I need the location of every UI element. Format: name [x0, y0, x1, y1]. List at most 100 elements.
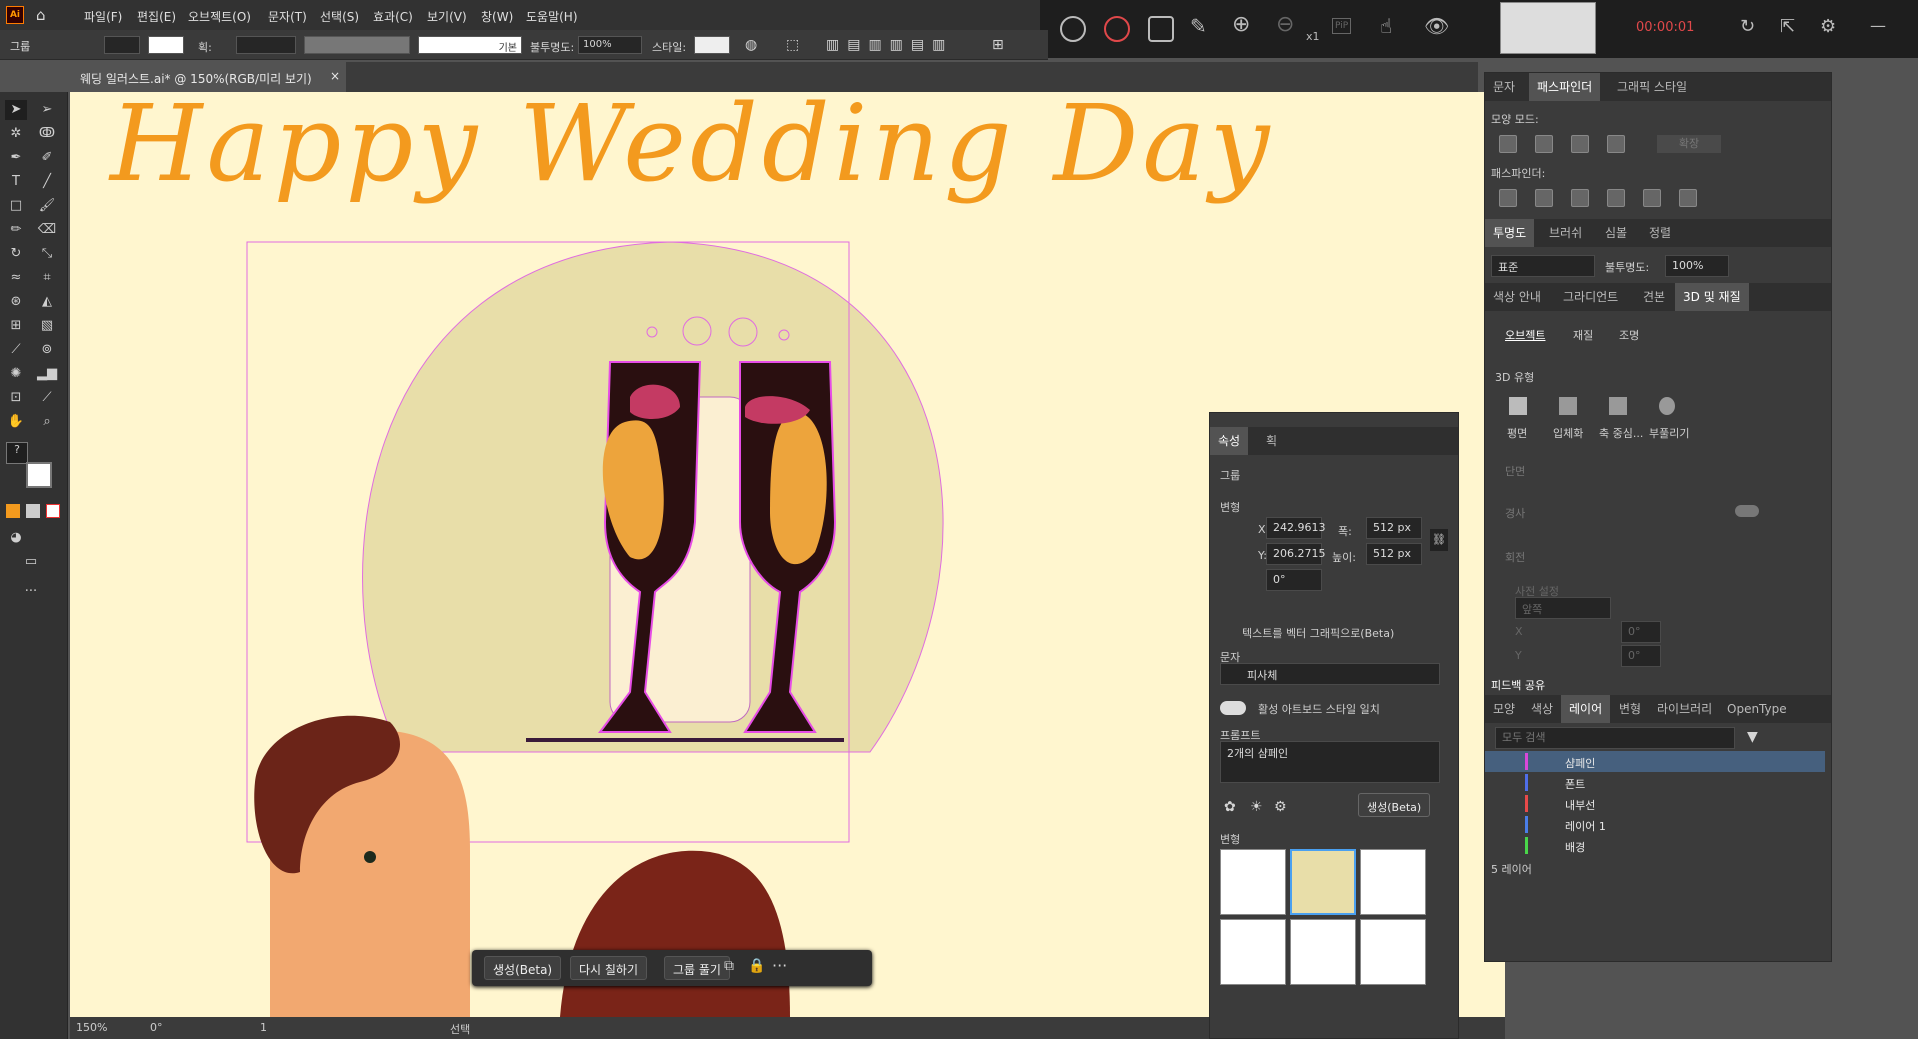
- tab-transform[interactable]: 변형: [1611, 695, 1649, 723]
- line-tool-icon[interactable]: ╱: [36, 172, 58, 192]
- zoom-tool-icon[interactable]: ⌕: [36, 412, 58, 432]
- variation-thumbnail[interactable]: [1360, 919, 1426, 985]
- menu-view[interactable]: 보기(V): [427, 8, 467, 25]
- artboard-number[interactable]: 1: [260, 1021, 267, 1034]
- grid-icon[interactable]: ⊞: [992, 37, 1004, 53]
- tab-align[interactable]: 정렬: [1641, 219, 1679, 247]
- tab-3d-materials[interactable]: 3D 및 재질: [1675, 283, 1749, 311]
- inflate-icon[interactable]: [1659, 397, 1675, 415]
- line-style-select[interactable]: 기본: [418, 36, 522, 54]
- crop-icon[interactable]: [1607, 189, 1625, 207]
- merge-icon[interactable]: [1571, 189, 1589, 207]
- blend-tool-icon[interactable]: ⊚: [36, 340, 58, 360]
- preview-thumbnail[interactable]: [1500, 2, 1596, 54]
- variation-thumbnail[interactable]: [1360, 849, 1426, 915]
- free-transform-icon[interactable]: ⌗: [36, 268, 58, 288]
- artwork-title[interactable]: Happy Wedding Day: [110, 92, 1273, 205]
- y-input[interactable]: 206.2715: [1266, 543, 1326, 565]
- settings-gear-icon[interactable]: ⚙: [1274, 799, 1287, 815]
- plane-icon[interactable]: [1509, 397, 1527, 415]
- camera-icon[interactable]: [1148, 16, 1174, 42]
- transparency-opacity-input[interactable]: 100%: [1665, 255, 1729, 277]
- divide-icon[interactable]: [1499, 189, 1517, 207]
- zoom-out-icon[interactable]: ⊖: [1276, 12, 1294, 37]
- tab-layers[interactable]: 레이어: [1561, 695, 1611, 723]
- filter-icon[interactable]: ▼: [1747, 729, 1758, 745]
- tab-transparency[interactable]: 투명도: [1485, 219, 1535, 247]
- match-style-toggle[interactable]: [1220, 701, 1246, 715]
- live-paint-icon[interactable]: ◭: [36, 292, 58, 312]
- style-reference-icon[interactable]: ✿: [1224, 799, 1236, 815]
- layer-row[interactable]: 샴페인: [1485, 751, 1825, 772]
- outline-icon[interactable]: [1643, 189, 1661, 207]
- exclude-icon[interactable]: [1607, 135, 1625, 153]
- settings-icon[interactable]: ⚙: [1820, 16, 1836, 37]
- rectangle-tool-icon[interactable]: □: [5, 196, 27, 216]
- tab-gradient[interactable]: 그라디언트: [1555, 283, 1626, 311]
- mesh-tool-icon[interactable]: ⊞: [5, 316, 27, 336]
- minus-front-icon[interactable]: [1535, 135, 1553, 153]
- arrange-icon[interactable]: ⧉: [724, 958, 734, 974]
- zoom-level[interactable]: 150%: [76, 1021, 107, 1034]
- generate-beta-button[interactable]: 생성(Beta): [484, 956, 562, 980]
- properties-generate-button[interactable]: 생성(Beta): [1358, 793, 1431, 817]
- x-input[interactable]: 242.9613: [1266, 517, 1326, 539]
- export-icon[interactable]: ⇱: [1780, 16, 1795, 37]
- menu-window[interactable]: 창(W): [481, 8, 513, 25]
- stroke-indicator[interactable]: [26, 462, 52, 488]
- height-input[interactable]: 512 px: [1366, 543, 1422, 565]
- zoom-in-icon[interactable]: ⊕: [1232, 12, 1250, 37]
- subject-select[interactable]: 피사체: [1220, 663, 1440, 685]
- lasso-icon[interactable]: ↂ: [36, 124, 58, 144]
- menu-type[interactable]: 문자(T): [268, 8, 307, 25]
- variation-thumbnail[interactable]: [1220, 919, 1286, 985]
- symbol-sprayer-icon[interactable]: ✺: [5, 364, 27, 384]
- fill-swatch[interactable]: [104, 36, 140, 54]
- pen-tool-icon[interactable]: ✒: [5, 148, 27, 168]
- tab-graphic-styles[interactable]: 그래픽 스타일: [1609, 73, 1695, 101]
- magic-wand-icon[interactable]: ✲: [5, 124, 27, 144]
- width-input[interactable]: 512 px: [1366, 517, 1422, 539]
- menu-select[interactable]: 선택(S): [320, 8, 359, 25]
- rot-y-input[interactable]: 0°: [1621, 645, 1661, 667]
- pause-icon[interactable]: [1060, 16, 1086, 42]
- screen-mode-icon[interactable]: ▭: [20, 552, 42, 572]
- unite-icon[interactable]: [1499, 135, 1517, 153]
- variation-thumbnail[interactable]: [1220, 849, 1286, 915]
- extrude-icon[interactable]: [1559, 397, 1577, 415]
- tab-symbols[interactable]: 심볼: [1597, 219, 1635, 247]
- tab-stroke[interactable]: 획: [1258, 427, 1285, 455]
- layer-row[interactable]: 폰트: [1485, 772, 1825, 793]
- eyedropper-icon[interactable]: ⟋: [5, 340, 27, 360]
- pencil-icon[interactable]: ✎: [1190, 14, 1207, 38]
- preset-select[interactable]: 앞쪽: [1515, 597, 1611, 619]
- stroke-swatch[interactable]: [148, 36, 184, 54]
- none-mode-icon[interactable]: [46, 504, 60, 518]
- blend-mode-select[interactable]: 표준: [1491, 255, 1595, 277]
- rotate-tool-icon[interactable]: ↻: [5, 244, 27, 264]
- lightbulb-icon[interactable]: ☀: [1250, 799, 1263, 815]
- link-icon[interactable]: ⛓: [1430, 529, 1448, 551]
- artboard-tool-icon[interactable]: ⊡: [5, 388, 27, 408]
- minimize-icon[interactable]: —: [1870, 16, 1886, 35]
- shape-builder-icon[interactable]: ⊛: [5, 292, 27, 312]
- menu-edit[interactable]: 편집(E): [137, 8, 176, 25]
- section-text-to-vector[interactable]: 텍스트를 벡터 그래픽으로(Beta): [1242, 625, 1394, 641]
- gradient-mode-icon[interactable]: [26, 504, 40, 518]
- feedback-label[interactable]: 피드백 공유: [1491, 677, 1545, 693]
- layer-row[interactable]: 내부선: [1485, 793, 1825, 814]
- scale-tool-icon[interactable]: ⤡: [36, 244, 58, 264]
- home-icon[interactable]: ⌂: [36, 6, 54, 24]
- more-icon[interactable]: ···: [772, 956, 787, 975]
- variation-thumbnail[interactable]: [1290, 849, 1356, 915]
- opacity-input[interactable]: 100%: [578, 36, 642, 54]
- expand-button[interactable]: 확장: [1657, 135, 1721, 153]
- angle-input[interactable]: 0°: [1266, 569, 1322, 591]
- lock-icon[interactable]: 🔒: [748, 958, 765, 974]
- cursor-effect-icon[interactable]: ☝: [1380, 14, 1392, 38]
- menu-help[interactable]: 도움말(H): [526, 8, 578, 25]
- layer-row[interactable]: 배경: [1485, 835, 1825, 856]
- layer-row[interactable]: 레이어 1: [1485, 814, 1825, 835]
- variation-thumbnail[interactable]: [1290, 919, 1356, 985]
- direct-selection-tool-icon[interactable]: ➢: [36, 100, 58, 120]
